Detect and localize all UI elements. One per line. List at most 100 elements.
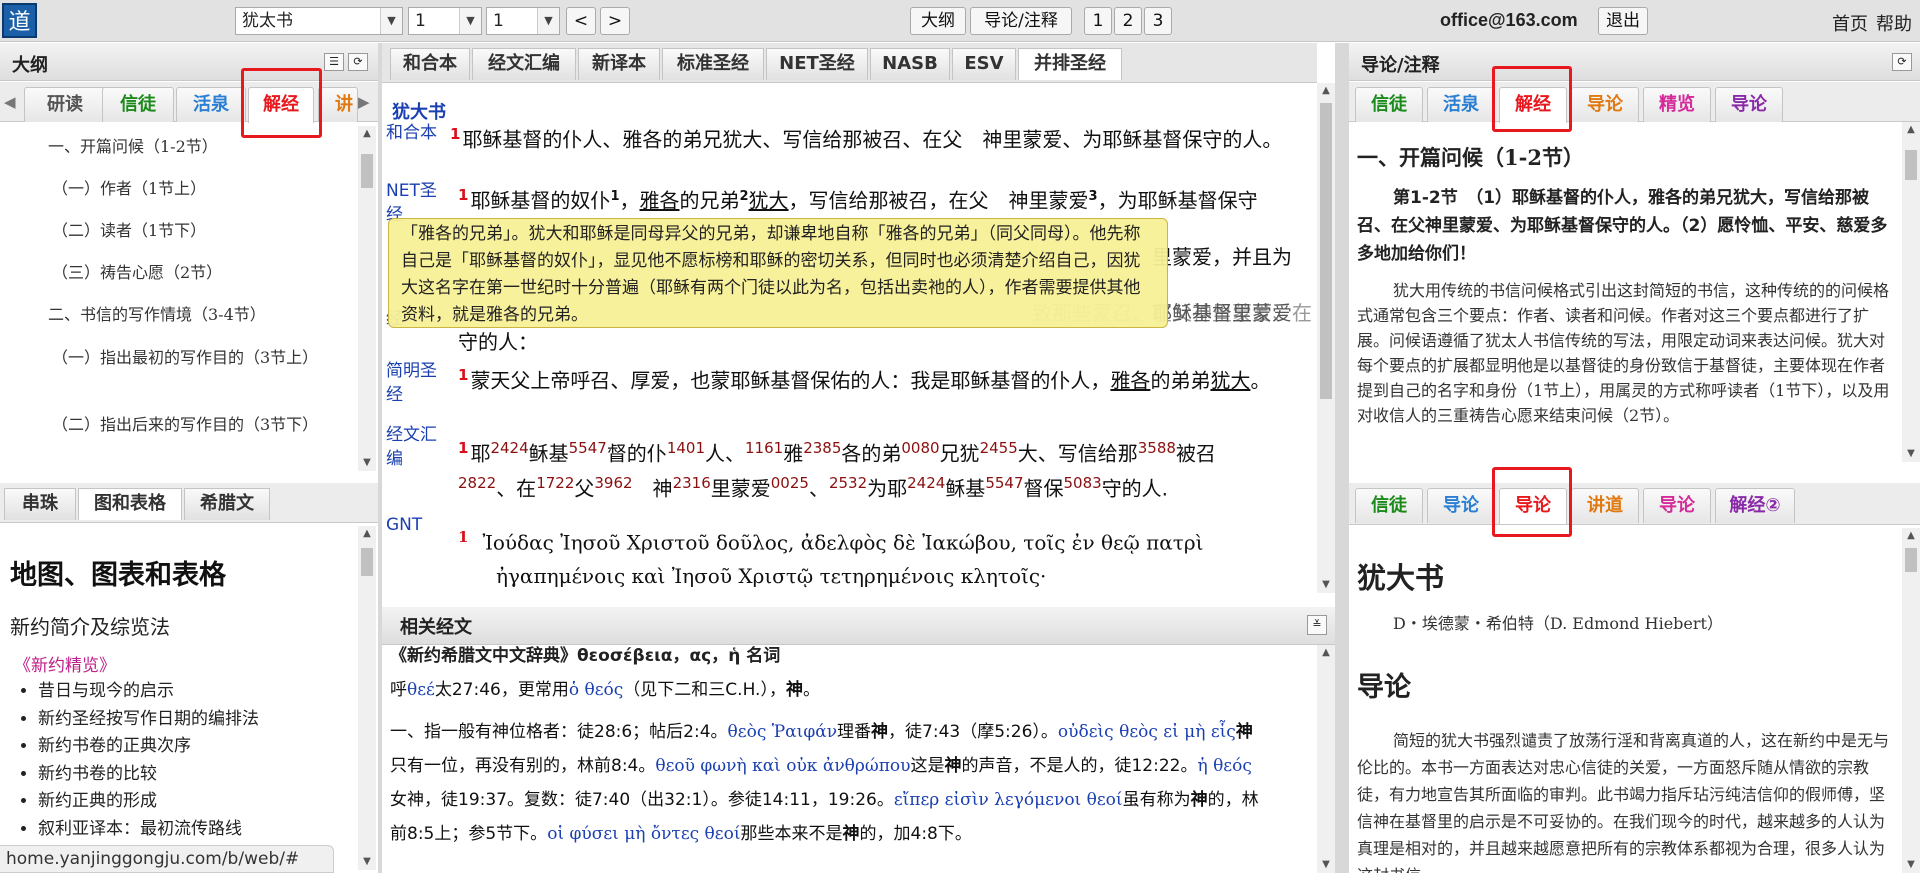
strongs-number[interactable]: 2316: [673, 474, 711, 492]
scroll-up-icon[interactable]: ▲: [1317, 645, 1335, 661]
notes-tab[interactable]: 精览: [1643, 87, 1711, 122]
tab-believer[interactable]: 信徒: [102, 87, 174, 122]
chart-list-item[interactable]: 叙利亚译本：最初流传路线: [38, 816, 259, 844]
notes-tab[interactable]: 导论: [1571, 87, 1639, 122]
strongs-number[interactable]: 2455: [980, 439, 1018, 457]
strongs-number[interactable]: 2424: [490, 439, 528, 457]
scroll-up-icon[interactable]: ▲: [1902, 528, 1920, 544]
toc-item[interactable]: 一、开篇问候（1-2节）: [48, 136, 218, 158]
chart-list-item[interactable]: 新约正典的形成: [38, 788, 259, 816]
version-label[interactable]: GNT: [386, 513, 422, 537]
nt-survey-link[interactable]: 《新约精览》: [14, 651, 116, 676]
tab-greek[interactable]: 希腊文: [184, 488, 270, 520]
intro-scrollbar[interactable]: ▲ ▼: [1902, 528, 1920, 873]
verse-select[interactable]: 1 ▼: [486, 7, 560, 35]
greek-phrase[interactable]: θεέ: [407, 680, 435, 700]
book-select[interactable]: 犹太书 ▼: [235, 7, 403, 35]
app-logo[interactable]: 道: [2, 3, 37, 38]
notes-tab[interactable]: 信徒: [1355, 488, 1423, 523]
notes-tab[interactable]: 导论: [1499, 488, 1567, 524]
tab-nasb[interactable]: NASB: [870, 48, 950, 80]
chart-list-item[interactable]: 新约书卷的正典次序: [38, 733, 259, 761]
version-label[interactable]: 经文汇编: [386, 423, 446, 471]
notes-tab[interactable]: 导论: [1427, 488, 1495, 523]
footnote-marker[interactable]: 2: [739, 189, 748, 204]
greek-phrase[interactable]: εἴπερ εἰσὶν λεγόμενοι θεοί: [894, 790, 1123, 810]
page-2-button[interactable]: 2: [1114, 7, 1142, 35]
tab-cross-ref[interactable]: 串珠: [4, 488, 76, 520]
notes-tab[interactable]: 讲道: [1571, 488, 1639, 523]
tab-parallel[interactable]: 并排圣经: [1018, 48, 1122, 80]
scroll-down-icon[interactable]: ▼: [1902, 857, 1920, 873]
tab-ncv[interactable]: 新译本: [578, 48, 660, 80]
collapse-icon[interactable]: ≚: [1307, 615, 1327, 635]
greek-phrase[interactable]: ὁ θεός: [569, 680, 623, 700]
scroll-thumb[interactable]: [361, 548, 373, 576]
tab-charts[interactable]: 图和表格: [78, 488, 182, 520]
splitter[interactable]: [1335, 43, 1349, 873]
scroll-thumb[interactable]: [1905, 150, 1917, 180]
chart-list-item[interactable]: 新约圣经按写作日期的编排法: [38, 706, 259, 734]
strongs-number[interactable]: 2424: [907, 474, 945, 492]
chevron-down-icon[interactable]: ▼: [459, 8, 481, 34]
notes-tab[interactable]: 导论: [1715, 87, 1783, 122]
prev-button[interactable]: <: [566, 7, 596, 35]
scroll-up-icon[interactable]: ▲: [358, 526, 376, 542]
version-label[interactable]: 和合本: [386, 121, 437, 145]
notes-tab[interactable]: 解经②: [1715, 488, 1795, 523]
tab-cuv[interactable]: 和合本: [390, 48, 470, 80]
strongs-number[interactable]: 5547: [569, 439, 607, 457]
strongs-number[interactable]: 0080: [901, 439, 939, 457]
toc-item[interactable]: （一）指出最初的写作目的（3节上）: [12, 345, 332, 371]
notes-button[interactable]: 导论/注释: [970, 7, 1072, 35]
chart-list-item[interactable]: 新约书卷的比较: [38, 761, 259, 789]
greek-phrase[interactable]: οἱ φύσει μὴ ὄντες θεοί: [547, 824, 740, 844]
scroll-down-icon[interactable]: ▼: [1317, 577, 1335, 593]
strongs-number[interactable]: 2385: [803, 439, 841, 457]
toc-item[interactable]: （一）作者（1节上）: [52, 178, 206, 200]
tab-net[interactable]: NET圣经: [766, 48, 868, 80]
toc-item[interactable]: （三）祷告心愿（2节）: [52, 262, 222, 284]
chart-list-item[interactable]: 昔日与现今的启示: [38, 678, 259, 706]
refresh-icon[interactable]: ⟳: [1892, 53, 1912, 71]
scroll-thumb[interactable]: [1905, 548, 1917, 572]
strongs-number[interactable]: 3962: [594, 474, 632, 492]
strongs-number[interactable]: 1161: [745, 439, 783, 457]
scroll-up-icon[interactable]: ▲: [358, 126, 376, 142]
greek-phrase[interactable]: ἡ θεός: [1197, 756, 1251, 776]
tab-standard[interactable]: 标准圣经: [662, 48, 764, 80]
tab-concordance[interactable]: 经文汇编: [472, 48, 576, 80]
footnote-marker[interactable]: 3: [1089, 189, 1098, 204]
greek-phrase[interactable]: θεὸς Ῥαιφάν: [728, 722, 838, 742]
scroll-down-icon[interactable]: ▼: [1902, 446, 1920, 462]
tab-living-spring[interactable]: 活泉: [176, 87, 246, 122]
chevron-down-icon[interactable]: ▼: [537, 8, 559, 34]
tab-sermon[interactable]: 讲: [318, 87, 358, 122]
strongs-number[interactable]: 1401: [667, 439, 705, 457]
scroll-thumb[interactable]: [361, 154, 373, 188]
scroll-down-icon[interactable]: ▼: [358, 854, 376, 870]
greek-phrase[interactable]: θεοῦ φωνὴ καὶ οὐκ ἀνθρώπου: [655, 756, 910, 776]
strongs-number[interactable]: 2532: [829, 474, 867, 492]
strongs-number[interactable]: 5547: [985, 474, 1023, 492]
version-label[interactable]: 简明圣经: [386, 359, 446, 407]
tab-exegesis[interactable]: 解经: [248, 87, 314, 123]
page-1-button[interactable]: 1: [1084, 7, 1112, 35]
strongs-number[interactable]: 3588: [1138, 439, 1176, 457]
notes-tab[interactable]: 信徒: [1355, 87, 1423, 122]
tab-study[interactable]: 研读: [24, 87, 106, 122]
chevron-down-icon[interactable]: ▼: [380, 8, 402, 34]
scroll-up-icon[interactable]: ▲: [1902, 122, 1920, 138]
notes-tab[interactable]: 导论: [1643, 488, 1711, 523]
strongs-number[interactable]: 5083: [1064, 474, 1102, 492]
bible-scrollbar[interactable]: ▲ ▼: [1317, 83, 1335, 593]
outline-scrollbar[interactable]: ▲ ▼: [358, 126, 376, 471]
strongs-number[interactable]: 2822: [458, 474, 496, 492]
arrow-left-icon[interactable]: ◀: [4, 93, 16, 111]
charts-scrollbar[interactable]: ▲ ▼: [358, 526, 376, 870]
notes-tab[interactable]: 活泉: [1427, 87, 1495, 122]
list-icon[interactable]: ☰: [324, 53, 344, 71]
arrow-right-icon[interactable]: ▶: [358, 93, 370, 111]
toc-item[interactable]: （二）指出后来的写作目的（3节下）: [12, 412, 332, 438]
strongs-number[interactable]: 0025: [771, 474, 809, 492]
